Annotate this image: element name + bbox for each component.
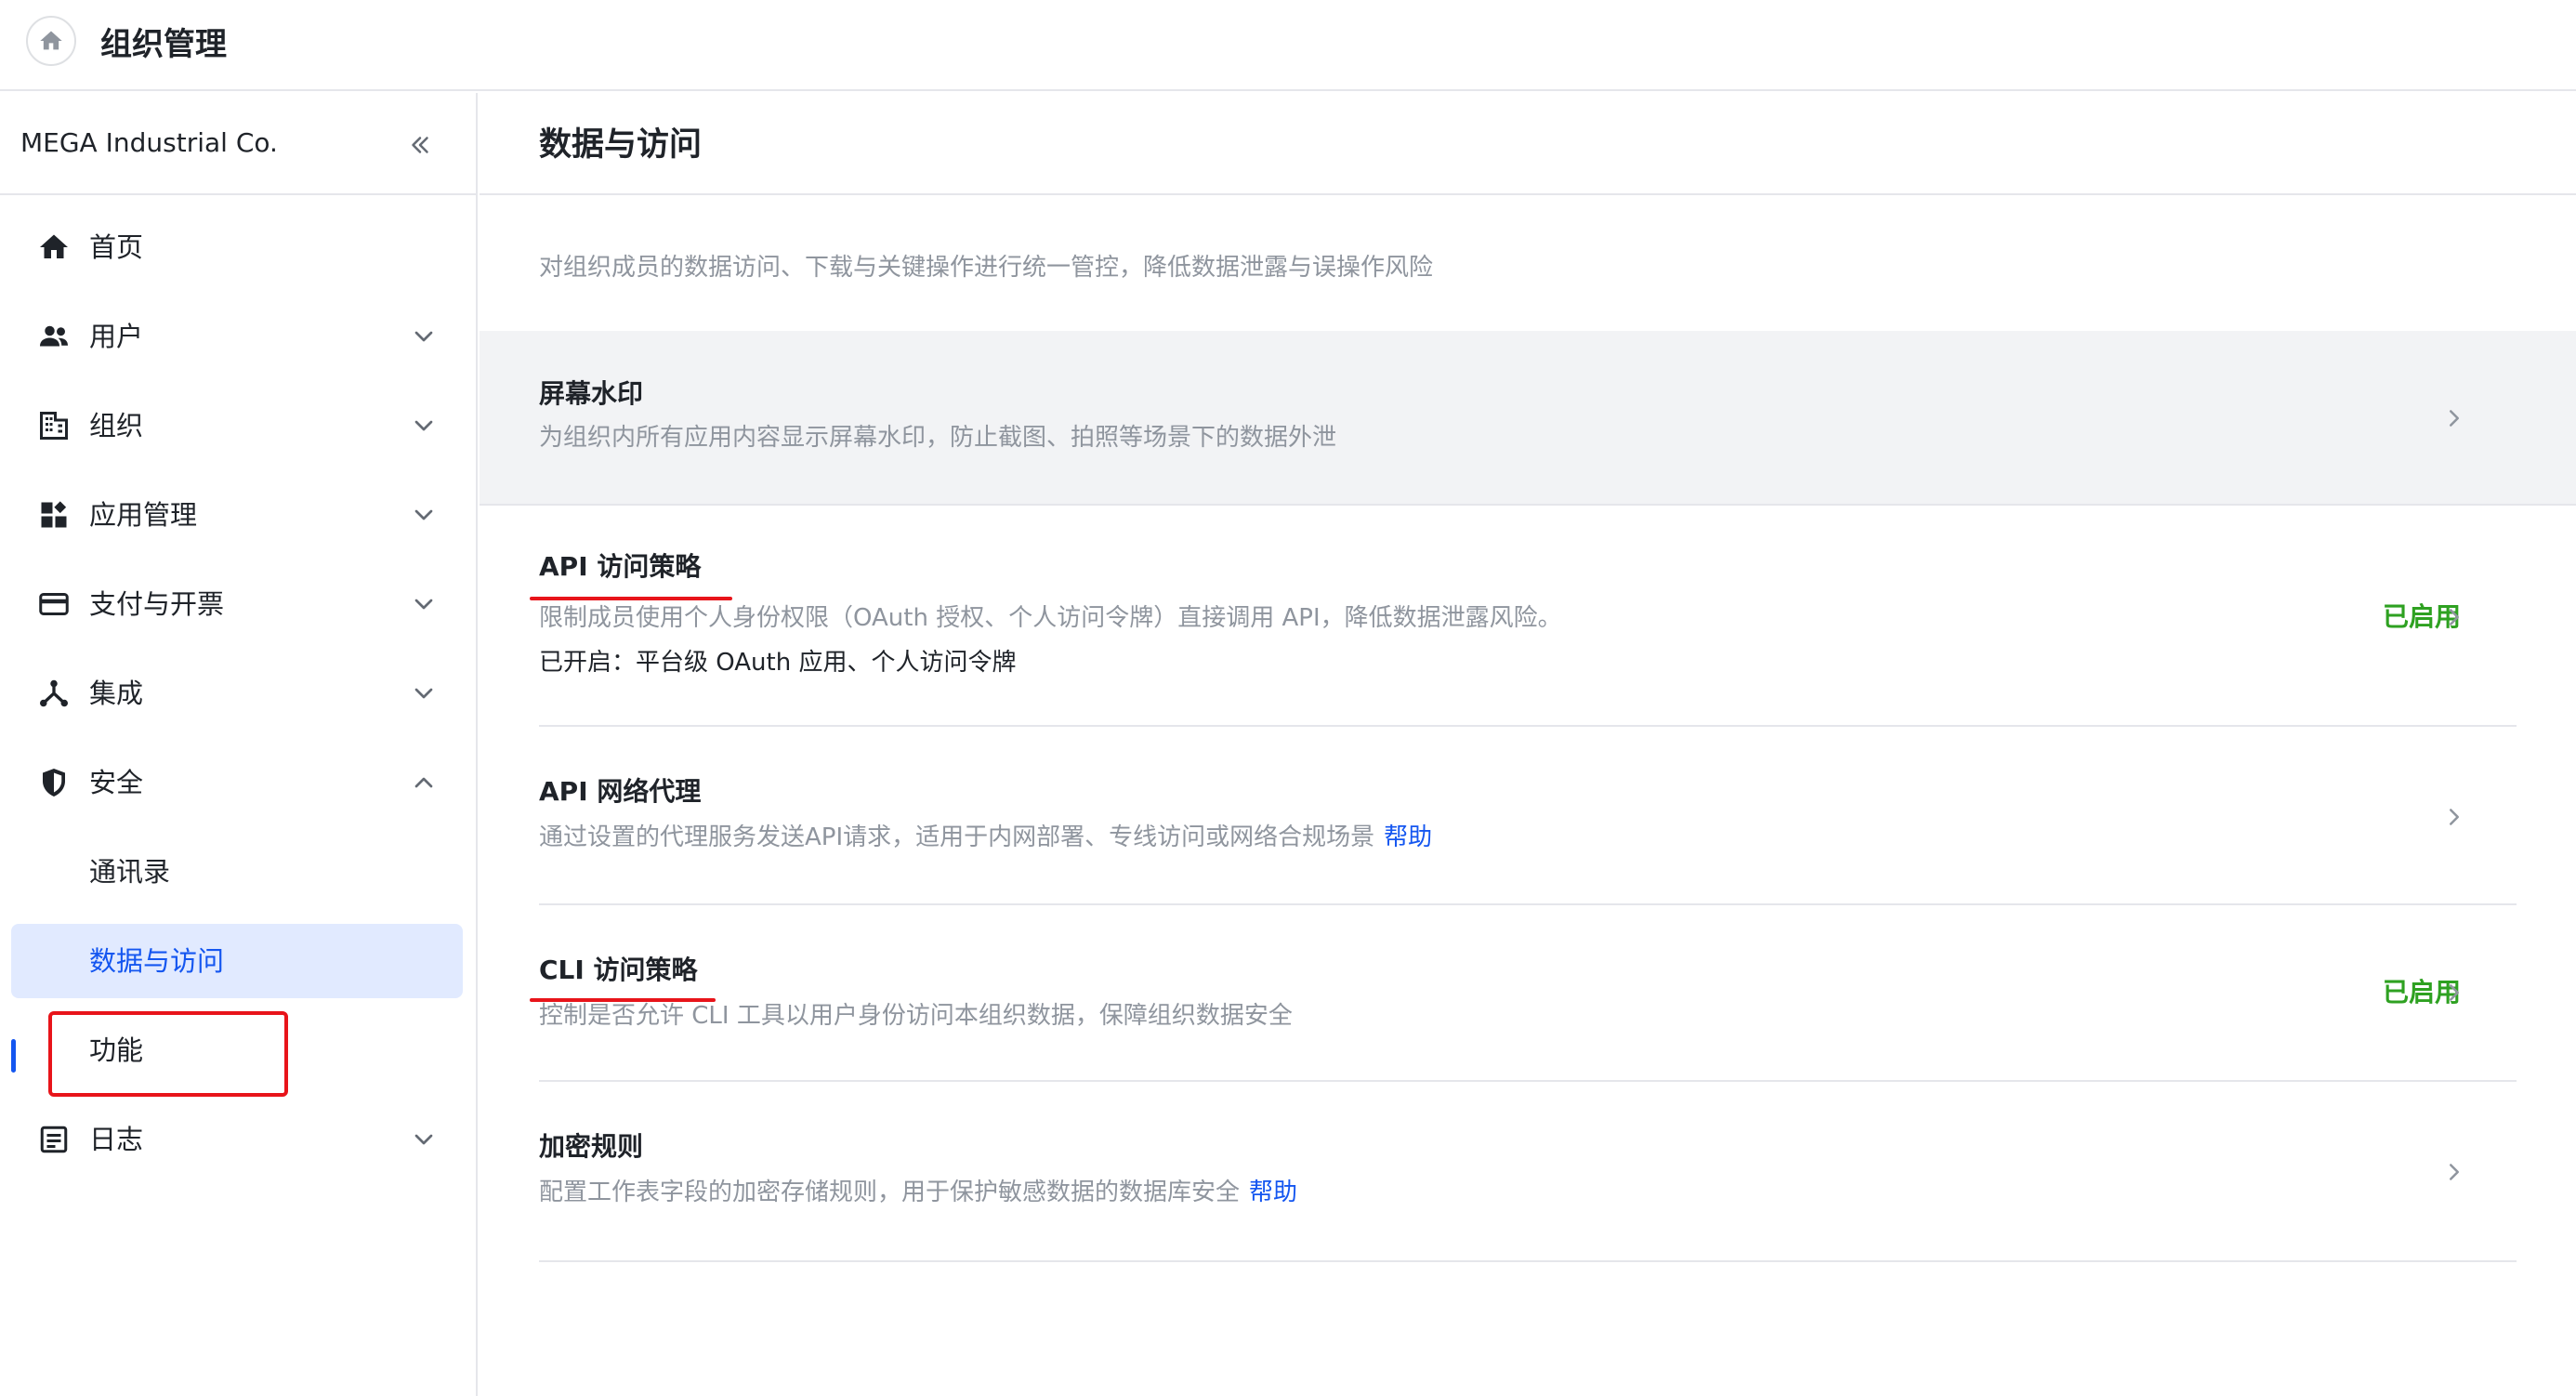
- setting-description: 为组织内所有应用内容显示屏幕水印，防止截图、拍照等场景下的数据外泄: [539, 424, 1337, 452]
- chevron-down-icon: [414, 509, 433, 520]
- sidebar-item-label: 通讯录: [89, 856, 171, 888]
- sidebar: MEGA Industrial Co. 首页 用户 组织 应用管理 支付与开票 …: [0, 93, 478, 1396]
- setting-title: API 访问策略: [539, 551, 702, 582]
- chevron-right-icon: [2450, 1164, 2459, 1180]
- sidebar-item-data-access[interactable]: 数据与访问: [11, 924, 463, 998]
- setting-description-text: 通过设置的代理服务发送API请求，适用于内网部署、专线访问或网络合规场景: [539, 823, 1375, 851]
- org-header: MEGA Industrial Co.: [0, 93, 476, 195]
- setting-description: 通过设置的代理服务发送API请求，适用于内网部署、专线访问或网络合规场景 帮助: [539, 818, 1432, 857]
- setting-description: 控制是否允许 CLI 工具以用户身份访问本组织数据，保障组织数据安全: [539, 1002, 1293, 1030]
- sidebar-item-features[interactable]: 功能: [11, 1013, 463, 1087]
- sidebar-item-label: 日志: [89, 1124, 144, 1155]
- divider: [480, 193, 2576, 195]
- setting-title: 屏幕水印: [539, 378, 644, 409]
- sidebar-item-label: 安全: [89, 767, 144, 798]
- shield-icon: [35, 764, 72, 801]
- chevron-down-icon: [414, 688, 433, 699]
- apps-icon: [35, 496, 72, 533]
- sidebar-item-label: 应用管理: [89, 499, 198, 531]
- page-description: 对组织成员的数据访问、下载与关键操作进行统一管控，降低数据泄露与误操作风险: [539, 254, 1434, 282]
- integration-icon: [35, 675, 72, 712]
- chevron-down-icon: [414, 420, 433, 431]
- sidebar-item-home[interactable]: 首页: [11, 210, 463, 284]
- setting-title: CLI 访问策略: [539, 955, 698, 985]
- chevron-right-icon: [2450, 410, 2459, 427]
- sidebar-item-label: 组织: [89, 410, 144, 441]
- app-title: 组织管理: [100, 26, 227, 63]
- setting-row-cli-access-policy[interactable]: CLI 访问策略 控制是否允许 CLI 工具以用户身份访问本组织数据，保障组织数…: [530, 907, 2517, 1082]
- help-link[interactable]: 帮助: [1384, 823, 1432, 851]
- setting-row-api-access-policy[interactable]: API 访问策略 限制成员使用个人身份权限（OAuth 授权、个人访问令牌）直接…: [530, 507, 2517, 727]
- sidebar-item-label: 用户: [89, 321, 144, 352]
- sidebar-item-integration[interactable]: 集成: [11, 656, 463, 731]
- setting-row-screen-watermark[interactable]: 屏幕水印 为组织内所有应用内容显示屏幕水印，防止截图、拍照等场景下的数据外泄: [480, 331, 2576, 506]
- setting-title: 加密规则: [539, 1131, 644, 1162]
- chevron-down-icon: [414, 599, 433, 610]
- sidebar-item-users[interactable]: 用户: [11, 299, 463, 374]
- log-icon: [35, 1121, 72, 1158]
- sidebar-item-contacts[interactable]: 通讯录: [11, 835, 463, 909]
- home-button[interactable]: [26, 16, 76, 66]
- sidebar-item-label: 集成: [89, 678, 144, 709]
- org-name: MEGA Industrial Co.: [20, 127, 278, 158]
- sidebar-item-security[interactable]: 安全: [11, 745, 463, 820]
- setting-description: 限制成员使用个人身份权限（OAuth 授权、个人访问令牌）直接调用 API，降低…: [539, 604, 1562, 632]
- active-indicator: [11, 1039, 16, 1073]
- chevron-down-icon: [414, 1134, 433, 1145]
- setting-enabled-detail: 已开启：平台级 OAuth 应用、个人访问令牌: [539, 649, 1017, 677]
- sidebar-item-app-management[interactable]: 应用管理: [11, 478, 463, 552]
- sidebar-item-label: 数据与访问: [89, 945, 225, 977]
- sidebar-item-organization[interactable]: 组织: [11, 389, 463, 463]
- setting-title: API 网络代理: [539, 776, 702, 807]
- help-link[interactable]: 帮助: [1249, 1179, 1297, 1206]
- collapse-sidebar-button[interactable]: [401, 126, 439, 164]
- double-chevron-left-icon: [412, 137, 428, 153]
- sidebar-item-logs[interactable]: 日志: [11, 1102, 463, 1177]
- chevron-down-icon: [414, 331, 433, 342]
- main-content: 数据与访问 对组织成员的数据访问、下载与关键操作进行统一管控，降低数据泄露与误操…: [480, 93, 2576, 1396]
- building-icon: [35, 407, 72, 444]
- sidebar-item-label: 支付与开票: [89, 588, 225, 620]
- setting-row-api-network-proxy[interactable]: API 网络代理 通过设置的代理服务发送API请求，适用于内网部署、专线访问或网…: [539, 729, 2517, 905]
- setting-description: 配置工作表字段的加密存储规则，用于保护敏感数据的数据库安全 帮助: [539, 1173, 1297, 1212]
- sidebar-item-label: 首页: [89, 231, 144, 263]
- home-icon: [40, 31, 62, 50]
- sidebar-item-label: 功能: [89, 1034, 144, 1066]
- credit-card-icon: [35, 586, 72, 623]
- chevron-right-icon: [2450, 609, 2459, 626]
- top-header: 组织管理: [0, 0, 2576, 91]
- setting-description-text: 配置工作表字段的加密存储规则，用于保护敏感数据的数据库安全: [539, 1179, 1241, 1206]
- sidebar-item-billing[interactable]: 支付与开票: [11, 567, 463, 641]
- chevron-right-icon: [2450, 809, 2459, 825]
- chevron-right-icon: [2450, 984, 2459, 1001]
- page-title: 数据与访问: [539, 126, 703, 164]
- home-icon: [35, 229, 72, 266]
- users-icon: [35, 318, 72, 355]
- chevron-up-icon: [414, 777, 433, 788]
- setting-row-encryption-rules[interactable]: 加密规则 配置工作表字段的加密存储规则，用于保护敏感数据的数据库安全 帮助: [539, 1084, 2517, 1262]
